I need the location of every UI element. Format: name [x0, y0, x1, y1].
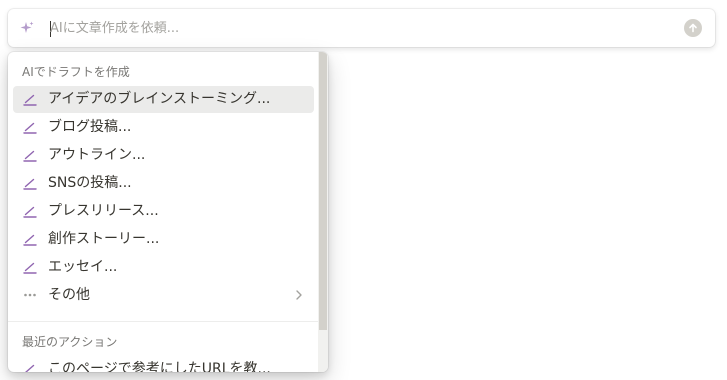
- menu-item-press-release[interactable]: プレスリリース...: [13, 198, 314, 225]
- arrow-up-icon: [689, 23, 697, 33]
- menu-item-brainstorm[interactable]: アイデアのブレインストーミング...: [13, 86, 314, 113]
- menu-item-label: エッセイ...: [48, 259, 118, 275]
- menu-item-creative-story[interactable]: 創作ストーリー...: [13, 226, 314, 253]
- menu-item-label: このページで参考にしたURLを教...: [48, 361, 271, 372]
- menu-item-label: その他: [48, 287, 90, 303]
- pencil-icon: [23, 150, 37, 162]
- menu-item-outline[interactable]: アウトライン...: [13, 142, 314, 169]
- pencil-icon: [23, 206, 37, 218]
- menu-scroll-area[interactable]: AIでドラフトを作成 アイデアのブレインストーミング... ブログ投稿... ア…: [8, 52, 318, 372]
- menu-item-label: プレスリリース...: [48, 203, 159, 219]
- menu-item-more[interactable]: その他: [13, 282, 314, 309]
- more-dots-icon: [24, 293, 36, 297]
- ai-writing-panel: AIでドラフトを作成 アイデアのブレインストーミング... ブログ投稿...: [0, 0, 727, 380]
- menu-item-label: SNSの投稿...: [48, 175, 132, 191]
- ai-action-menu: AIでドラフトを作成 アイデアのブレインストーミング... ブログ投稿... ア…: [8, 52, 328, 372]
- sparkle-icon: [20, 21, 34, 33]
- pencil-icon: [23, 234, 37, 246]
- menu-item-label: 創作ストーリー...: [48, 231, 160, 247]
- pencil-icon: [23, 94, 37, 106]
- menu-item-label: アイデアのブレインストーミング...: [48, 91, 271, 107]
- menu-item-label: アウトライン...: [48, 147, 146, 163]
- chevron-right-icon: [296, 290, 302, 300]
- section-header-draft: AIでドラフトを作成: [22, 65, 130, 79]
- menu-item-recent-action[interactable]: このページで参考にしたURLを教...: [13, 356, 314, 372]
- menu-item-essay[interactable]: エッセイ...: [13, 254, 314, 281]
- menu-item-blog-post[interactable]: ブログ投稿...: [13, 114, 314, 141]
- menu-scrollbar[interactable]: [318, 52, 328, 372]
- ai-prompt-input[interactable]: [50, 9, 670, 47]
- pencil-icon: [23, 262, 37, 274]
- pencil-icon: [23, 122, 37, 134]
- scrollbar-thumb[interactable]: [319, 52, 327, 330]
- pencil-icon: [25, 364, 35, 372]
- section-header-recent: 最近のアクション: [22, 335, 118, 349]
- pencil-icon: [23, 178, 37, 190]
- submit-button[interactable]: [684, 19, 702, 37]
- ai-prompt-bar: [8, 9, 715, 47]
- menu-item-social-post[interactable]: SNSの投稿...: [13, 170, 314, 197]
- menu-divider: [8, 321, 318, 322]
- menu-item-label: ブログ投稿...: [48, 119, 132, 135]
